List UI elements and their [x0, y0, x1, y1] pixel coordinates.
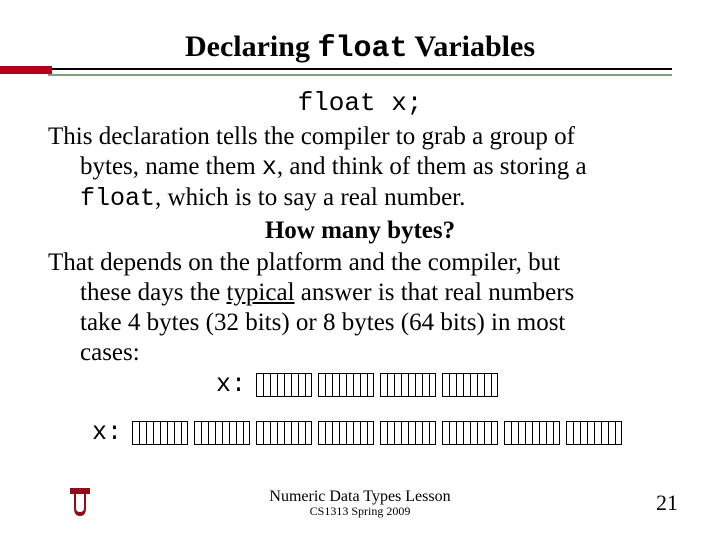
title-underline	[48, 68, 672, 76]
bits-row-32: x:	[48, 370, 672, 400]
page-number: 21	[656, 490, 678, 516]
paragraph-1: This declaration tells the compiler to g…	[48, 122, 672, 214]
bits-label-64: x:	[92, 418, 122, 448]
p2-l2b: answer is that real numbers	[295, 279, 575, 306]
hr-bottom	[48, 74, 672, 76]
footer: Numeric Data Types Lesson CS1313 Spring …	[0, 489, 720, 518]
bits-32	[256, 373, 504, 397]
slide: Declaring float Variables float x; This …	[0, 0, 720, 540]
body-text: This declaration tells the compiler to g…	[48, 122, 672, 448]
p2-typical: typical	[226, 279, 294, 306]
p2-line1: That depends on the platform and the com…	[48, 249, 560, 276]
footer-line1: Numeric Data Types Lesson	[269, 489, 450, 506]
slide-title: Declaring float Variables	[48, 30, 672, 66]
p1-l3rest: , which is to say a real number.	[155, 184, 465, 211]
hr-top	[48, 68, 672, 70]
footer-text: Numeric Data Types Lesson CS1313 Spring …	[269, 489, 450, 518]
footer-line2: CS1313 Spring 2009	[269, 505, 450, 518]
title-post: Variables	[407, 30, 535, 63]
p1-l2b: , and think of them as storing a	[277, 153, 587, 180]
p2-l3: take 4 bytes (32 bits) or 8 bytes (64 bi…	[80, 309, 565, 336]
subheading: How many bytes?	[48, 216, 672, 246]
p2-l4: cases:	[80, 339, 140, 366]
bits-label-32: x:	[216, 370, 246, 400]
p1-l2a: bytes, name them	[80, 153, 262, 180]
accent-bar	[0, 66, 52, 74]
title-pre: Declaring	[185, 30, 317, 63]
p2-l2a: these days the	[80, 279, 226, 306]
paragraph-2: That depends on the platform and the com…	[48, 248, 672, 368]
p1-l3code: float	[80, 184, 155, 213]
p1-var: x	[262, 153, 277, 182]
title-code: float	[317, 32, 407, 66]
code-declaration: float x;	[48, 88, 672, 118]
bits-64	[132, 421, 628, 445]
p1-line1: This declaration tells the compiler to g…	[48, 123, 575, 150]
bits-row-64: x:	[92, 418, 672, 448]
